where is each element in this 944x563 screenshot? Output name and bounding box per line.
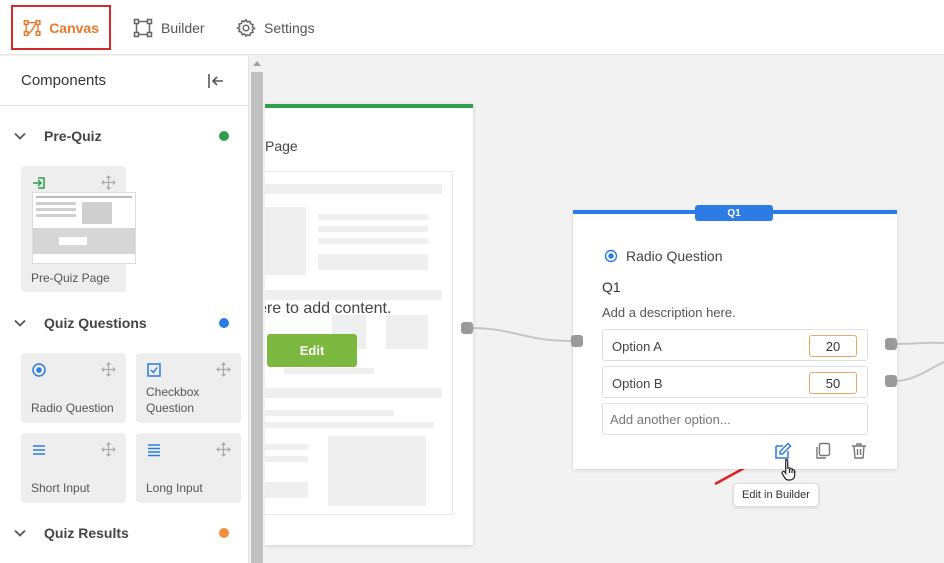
section-pre-quiz[interactable]: Pre-Quiz	[0, 121, 248, 151]
option-row[interactable]: Option A 20	[602, 329, 868, 361]
question-type: Radio Question	[604, 248, 723, 264]
section-quiz-results-label: Quiz Results	[44, 525, 129, 541]
component-label: Checkbox Question	[146, 385, 200, 415]
builder-icon	[133, 18, 153, 37]
components-sidebar: Components Pre-Quiz Pre-Quiz Page Quiz Q…	[0, 56, 249, 563]
option-b-output-connector[interactable]	[885, 375, 897, 387]
scrollbar-thumb[interactable]	[251, 72, 263, 563]
component-label: Short Input	[31, 481, 90, 495]
component-label: Radio Question	[31, 401, 114, 415]
edit-button[interactable]: Edit	[267, 334, 357, 367]
move-handle-icon[interactable]	[101, 175, 116, 190]
hand-cursor-icon	[781, 458, 796, 481]
page-node[interactable]: Page ere to add content. Edit	[265, 104, 473, 545]
question-title[interactable]: Q1	[602, 279, 621, 295]
page-output-connector[interactable]	[461, 322, 473, 334]
top-nav-bar: Canvas Builder Settings	[0, 0, 944, 55]
move-handle-icon[interactable]	[101, 362, 116, 377]
option-label: Option A	[612, 339, 662, 354]
add-option-placeholder: Add another option...	[610, 412, 731, 427]
sidebar-scrollbar[interactable]	[249, 56, 265, 563]
option-score-input[interactable]: 50	[809, 372, 857, 394]
component-label: Long Input	[146, 481, 203, 495]
canvas-area[interactable]: Page ere to add content. Edit Q1 Radio Q…	[265, 56, 944, 563]
component-short-input[interactable]: Short Input	[21, 433, 126, 503]
option-score-input[interactable]: 20	[809, 335, 857, 357]
status-dot-blue	[219, 318, 229, 328]
question-description[interactable]: Add a description here.	[602, 305, 736, 320]
option-label: Option B	[612, 376, 663, 391]
radio-icon	[32, 363, 46, 377]
add-option-input[interactable]: Add another option...	[602, 403, 868, 435]
duplicate-button[interactable]	[812, 440, 834, 462]
scroll-up-arrow-icon[interactable]	[253, 61, 261, 66]
chevron-down-icon	[14, 529, 26, 537]
question-badge: Q1	[695, 205, 773, 221]
chevron-down-icon	[14, 319, 26, 327]
page-thumbnail	[32, 192, 136, 264]
section-pre-quiz-label: Pre-Quiz	[44, 128, 102, 144]
tab-builder[interactable]: Builder	[121, 5, 221, 50]
tab-settings[interactable]: Settings	[224, 5, 334, 50]
trash-icon	[852, 443, 866, 459]
tab-builder-label: Builder	[161, 19, 205, 36]
component-long-input[interactable]: Long Input	[136, 433, 241, 503]
move-handle-icon[interactable]	[216, 362, 231, 377]
add-content-text: ere to add content.	[265, 300, 392, 317]
component-label: Pre-Quiz Page	[31, 271, 110, 285]
enter-icon	[33, 177, 45, 189]
question-type-label: Radio Question	[626, 248, 723, 264]
sidebar-header: Components	[0, 56, 248, 106]
delete-button[interactable]	[848, 440, 870, 462]
question-node[interactable]: Q1 Radio Question Q1 Add a description h…	[573, 205, 897, 481]
copy-icon	[816, 442, 831, 459]
collapse-left-icon	[208, 73, 223, 88]
radio-icon	[604, 249, 618, 263]
long-text-icon	[148, 444, 160, 457]
sidebar-title: Components	[21, 72, 107, 89]
status-dot-green	[219, 131, 229, 141]
component-checkbox-question[interactable]: Checkbox Question	[136, 353, 241, 423]
short-text-icon	[33, 445, 45, 455]
active-tab-highlight	[11, 5, 111, 50]
option-a-output-connector[interactable]	[885, 338, 897, 350]
component-pre-quiz-page[interactable]: Pre-Quiz Page	[21, 166, 136, 292]
checkbox-icon	[147, 363, 161, 377]
move-handle-icon[interactable]	[216, 442, 231, 457]
component-radio-question[interactable]: Radio Question	[21, 353, 126, 423]
tab-canvas[interactable]: Canvas	[11, 5, 111, 50]
page-node-title: Page	[265, 138, 298, 154]
gear-icon	[236, 17, 256, 37]
section-quiz-results[interactable]: Quiz Results	[0, 518, 248, 548]
collapse-sidebar-button[interactable]	[206, 71, 226, 91]
question-input-connector[interactable]	[571, 335, 583, 347]
section-quiz-questions-label: Quiz Questions	[44, 315, 147, 331]
status-dot-orange	[219, 528, 229, 538]
edit-in-builder-tooltip: Edit in Builder	[733, 483, 819, 507]
section-quiz-questions[interactable]: Quiz Questions	[0, 308, 248, 338]
chevron-down-icon	[14, 132, 26, 140]
tab-settings-label: Settings	[264, 19, 315, 36]
move-handle-icon[interactable]	[101, 442, 116, 457]
option-row[interactable]: Option B 50	[602, 366, 868, 398]
